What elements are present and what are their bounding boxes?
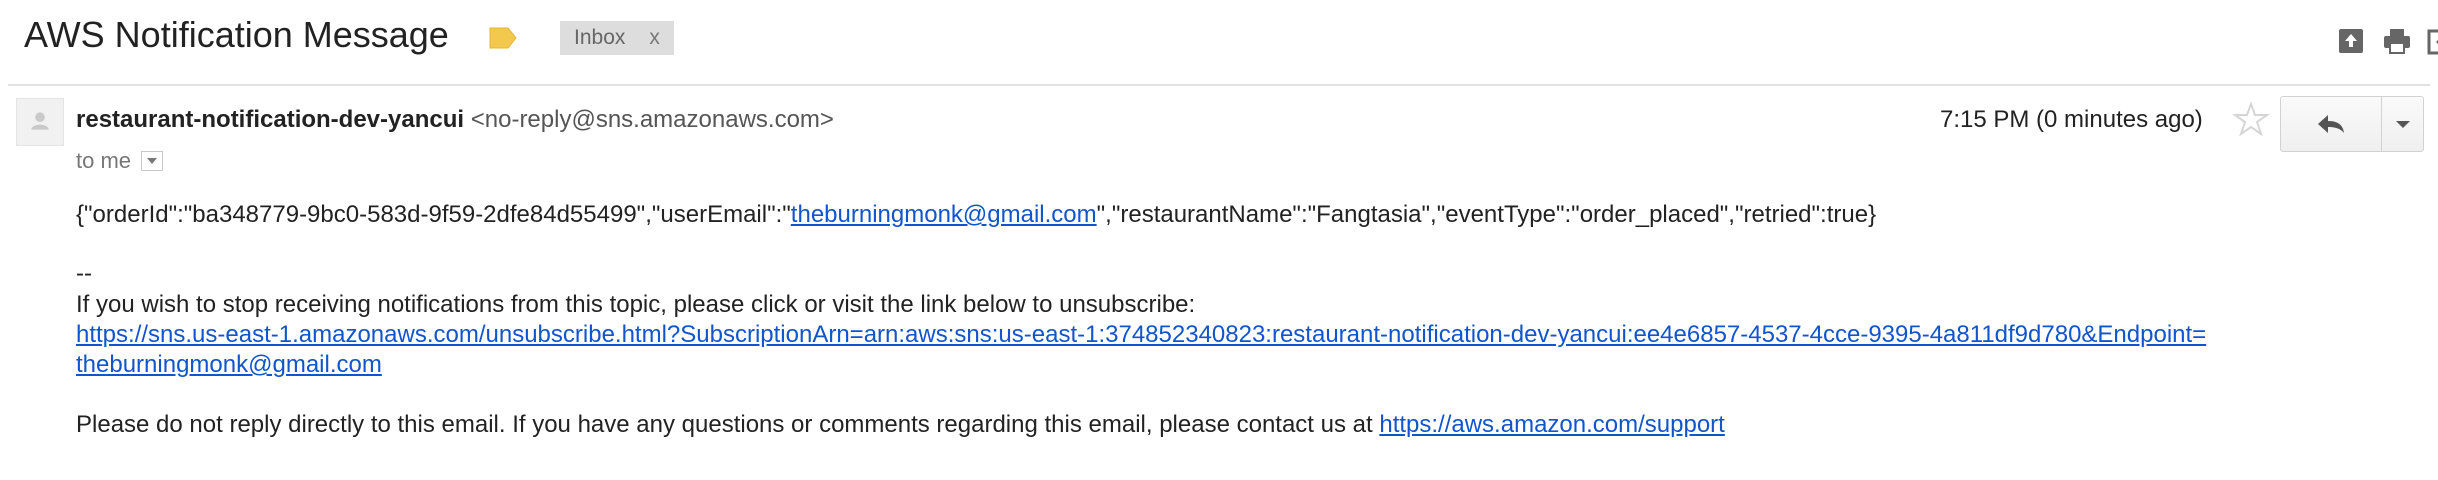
unsubscribe-link-line-2: theburningmonk@gmail.com [76,351,382,379]
open-new-window-icon[interactable] [2424,24,2438,58]
sender-line: restaurant-notification-dev-yancui <no-r… [76,106,834,134]
footer-line: Please do not reply directly to this ema… [76,411,1725,439]
subject-bar: AWS Notification Message Inbox x [0,0,2438,84]
json-suffix: ","restaurantName":"Fangtasia","eventTyp… [1096,201,1877,228]
sender-name[interactable]: restaurant-notification-dev-yancui [76,106,464,133]
star-icon[interactable] [2232,100,2270,138]
unsubscribe-intro: If you wish to stop receiving notificati… [76,291,1196,318]
more-actions-button[interactable] [2382,97,2423,151]
message-json-line: {"orderId":"ba348779-9bc0-583d-9f59-2dfe… [76,201,1876,229]
chevron-down-icon [2395,120,2410,128]
reply-icon [2318,115,2344,133]
recipient-text: to me [76,148,132,173]
unsubscribe-link[interactable]: https://sns.us-east-1.amazonaws.com/unsu… [76,321,2206,348]
support-link[interactable]: https://aws.amazon.com/support [1379,411,1725,438]
person-icon [31,112,49,130]
header-divider [8,84,2430,86]
remove-label-button[interactable]: x [649,26,660,50]
unsubscribe-link-endpoint[interactable]: theburningmonk@gmail.com [76,351,382,378]
show-details-dropdown[interactable] [141,151,164,171]
sender-email: <no-reply@sns.amazonaws.com> [470,106,834,133]
inbox-label-chip[interactable]: Inbox x [560,21,674,55]
print-icon[interactable] [2380,24,2414,58]
inbox-label: Inbox [574,26,626,49]
json-email-link[interactable]: theburningmonk@gmail.com [791,201,1097,228]
message-separator: -- [76,260,92,287]
json-prefix: {"orderId":"ba348779-9bc0-583d-9f59-2dfe… [76,201,791,228]
avatar[interactable] [16,98,64,146]
label-tag-icon[interactable] [488,26,518,50]
reply-button-group [2280,96,2424,152]
message-date: 7:15 PM (0 minutes ago) [1940,106,2203,133]
email-subject: AWS Notification Message [24,14,449,55]
footer-text: Please do not reply directly to this ema… [76,411,1380,438]
reply-button[interactable] [2281,97,2382,151]
recipient-line: to me [76,148,164,174]
unsubscribe-link-line-1: https://sns.us-east-1.amazonaws.com/unsu… [76,321,2206,349]
move-to-inbox-icon[interactable] [2334,24,2368,58]
